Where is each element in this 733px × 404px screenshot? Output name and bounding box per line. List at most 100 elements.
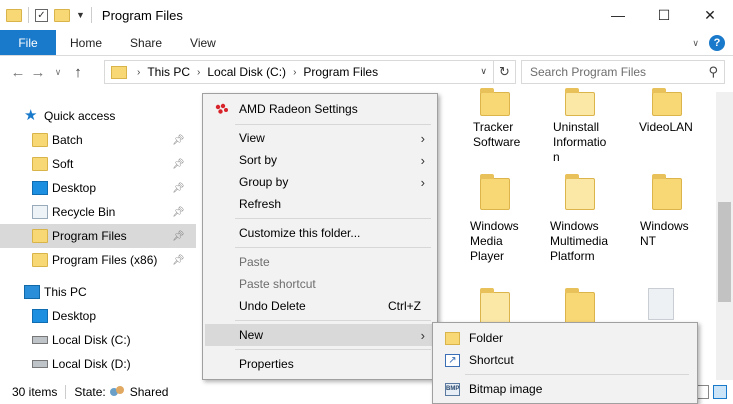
forward-arrow-icon[interactable]: → <box>28 64 48 81</box>
minimize-button[interactable]: — <box>595 0 641 30</box>
breadcrumb-program-files[interactable]: Program Files <box>303 65 378 79</box>
sidebar-item-label: Quick access <box>44 109 116 123</box>
menu-item-label: Paste <box>239 255 270 269</box>
sidebar-item-desktop[interactable]: Desktop 📌︎ <box>0 176 196 200</box>
sidebar-item-local-disk-c[interactable]: Local Disk (C:) <box>0 328 196 352</box>
search-icon[interactable]: ⚲ <box>708 64 718 80</box>
folder-icon[interactable] <box>565 288 595 324</box>
menu-item-label: View <box>239 131 265 145</box>
drive-icon <box>32 336 48 344</box>
tab-share[interactable]: Share <box>116 30 176 55</box>
menu-item-label: Folder <box>469 331 504 345</box>
navigation-bar: ← → ∨ ↑ › This PC › Local Disk (C:) › Pr… <box>0 56 733 88</box>
folder-icon[interactable] <box>565 174 595 210</box>
sidebar-item-label: Program Files (x86) <box>52 253 158 267</box>
sidebar-item-program-files-x86[interactable]: Program Files (x86) 📌︎ <box>0 248 196 272</box>
file-name[interactable]: Uninstall Informatio n <box>553 120 613 165</box>
sidebar-item-label: Batch <box>52 133 83 147</box>
folder-icon[interactable] <box>480 288 510 324</box>
pin-icon[interactable]: 📌︎ <box>172 255 185 266</box>
properties-icon[interactable]: ✓ <box>35 8 48 22</box>
refresh-icon[interactable]: ↻ <box>493 61 515 83</box>
shortcut-icon: ↗ <box>445 353 460 367</box>
file-name[interactable]: Windows Media Player <box>470 219 530 264</box>
tab-view[interactable]: View <box>176 30 230 55</box>
sidebar-item-quick-access[interactable]: ★ Quick access <box>0 104 196 128</box>
menu-item-label: Undo Delete <box>239 299 306 313</box>
settings-file-icon[interactable] <box>648 288 674 320</box>
close-button[interactable]: ✕ <box>687 0 733 30</box>
scrollbar-thumb[interactable] <box>718 202 731 302</box>
submenu-item-folder[interactable]: Folder <box>435 327 695 349</box>
sidebar-item-label: Local Disk (C:) <box>52 333 131 347</box>
folder-icon[interactable] <box>652 88 682 116</box>
folder-icon[interactable] <box>480 174 510 210</box>
menu-item-label: Shortcut <box>469 353 514 367</box>
pin-icon[interactable]: 📌︎ <box>172 135 185 146</box>
search-input[interactable] <box>530 65 700 79</box>
chevron-right-icon: › <box>420 152 425 168</box>
sidebar-item-pc-desktop[interactable]: Desktop <box>0 304 196 328</box>
menu-item-view[interactable]: View › <box>205 127 435 149</box>
menu-item-sort-by[interactable]: Sort by › <box>205 149 435 171</box>
address-dropdown-icon[interactable]: ∨ <box>480 66 487 77</box>
quick-access-toolbar: ✓ ▼ <box>0 7 92 23</box>
tab-file[interactable]: File <box>0 30 56 55</box>
file-name[interactable]: VideoLAN <box>639 120 725 135</box>
submenu-item-bitmap-image[interactable]: BMP Bitmap image <box>435 378 695 400</box>
menu-item-label: Refresh <box>239 197 282 211</box>
chevron-right-icon[interactable]: › <box>137 67 140 78</box>
menu-item-undo-delete[interactable]: Undo Delete Ctrl+Z <box>205 295 435 317</box>
search-box[interactable]: ⚲ <box>521 60 725 84</box>
chevron-right-icon: › <box>420 130 425 146</box>
chevron-right-icon[interactable]: › <box>197 67 200 78</box>
breadcrumb-local-disk-c[interactable]: Local Disk (C:) <box>207 65 286 79</box>
folder-icon <box>6 8 22 22</box>
sidebar-item-batch[interactable]: Batch 📌︎ <box>0 128 196 152</box>
sidebar-item-local-disk-d[interactable]: Local Disk (D:) <box>0 352 196 376</box>
pin-icon[interactable]: 📌︎ <box>172 207 185 218</box>
menu-item-amd-radeon-settings[interactable]: AMD Radeon Settings <box>205 98 435 120</box>
menu-item-refresh[interactable]: Refresh <box>205 193 435 215</box>
menu-item-paste: Paste <box>205 251 435 273</box>
submenu-item-shortcut[interactable]: ↗ Shortcut <box>435 349 695 371</box>
recent-locations-dropdown-icon[interactable]: ∨ <box>48 67 68 78</box>
drive-icon <box>32 360 48 368</box>
menu-item-new[interactable]: New › <box>205 324 435 346</box>
tab-home[interactable]: Home <box>56 30 116 55</box>
bitmap-icon: BMP <box>445 382 460 396</box>
folder-icon[interactable] <box>652 174 682 210</box>
menu-item-properties[interactable]: Properties <box>205 353 435 375</box>
customize-toolbar-dropdown-icon[interactable]: ▼ <box>76 10 85 20</box>
back-arrow-icon[interactable]: ← <box>8 64 28 81</box>
folder-icon <box>111 65 127 79</box>
up-arrow-icon[interactable]: ↑ <box>68 64 88 81</box>
file-name[interactable]: Windows NT <box>640 219 700 249</box>
folder-icon[interactable] <box>480 88 510 116</box>
sidebar-item-soft[interactable]: Soft 📌︎ <box>0 152 196 176</box>
menu-item-label: AMD Radeon Settings <box>239 102 358 116</box>
help-icon[interactable]: ? <box>709 35 725 51</box>
menu-item-customize-folder[interactable]: Customize this folder... <box>205 222 435 244</box>
sidebar-item-program-files[interactable]: Program Files 📌︎ <box>0 224 196 248</box>
sidebar-item-recycle-bin[interactable]: Recycle Bin 📌︎ <box>0 200 196 224</box>
new-folder-icon[interactable] <box>54 8 70 22</box>
sidebar-item-this-pc[interactable]: This PC <box>0 280 196 304</box>
expand-ribbon-icon[interactable]: ∨ <box>692 38 699 49</box>
pin-icon[interactable]: 📌︎ <box>172 183 185 194</box>
breadcrumb-this-pc[interactable]: This PC <box>147 65 190 79</box>
maximize-button[interactable]: ☐ <box>641 0 687 30</box>
menu-item-group-by[interactable]: Group by › <box>205 171 435 193</box>
vertical-scrollbar[interactable] <box>716 92 733 380</box>
large-icons-view-icon[interactable] <box>713 385 727 399</box>
folder-icon[interactable] <box>565 88 595 116</box>
context-menu: AMD Radeon Settings View › Sort by › Gro… <box>202 93 438 380</box>
address-bar[interactable]: › This PC › Local Disk (C:) › Program Fi… <box>104 60 516 84</box>
file-name[interactable]: Windows Multimedia Platform <box>550 219 620 264</box>
pin-icon[interactable]: 📌︎ <box>172 159 185 170</box>
pin-icon[interactable]: 📌︎ <box>172 231 185 242</box>
menu-item-label: New <box>239 328 264 342</box>
chevron-right-icon[interactable]: › <box>293 67 296 78</box>
file-name[interactable]: Tracker Software <box>473 120 533 150</box>
separator <box>65 385 67 399</box>
